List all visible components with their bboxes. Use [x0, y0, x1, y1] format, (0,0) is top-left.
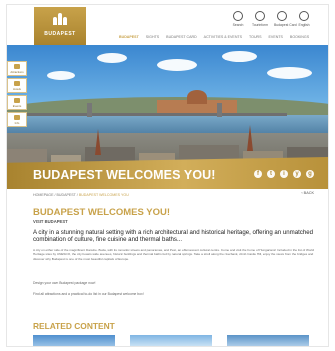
youtube-icon[interactable]: y: [293, 170, 301, 178]
google-plus-icon[interactable]: g: [306, 170, 314, 178]
nav-item-bookings[interactable]: Bookings: [290, 35, 309, 39]
page-subtitle: VISIT BUDAPEST: [33, 219, 68, 224]
tourinform-icon: [255, 11, 265, 21]
nav-item-tours[interactable]: Tours: [249, 35, 262, 39]
nav-item-sights[interactable]: Sights: [146, 35, 159, 39]
side-item-info[interactable]: Info: [7, 112, 27, 127]
breadcrumb: HOMEPAGE / BUDAPEST / BUDAPEST WELCOMES …: [33, 193, 129, 197]
related-item-1[interactable]: [33, 335, 115, 346]
site-header: BUDAPEST Search Tourinform Budapest Card…: [7, 5, 328, 45]
budapest-card-icon: [277, 11, 287, 21]
browser-page: BUDAPEST Search Tourinform Budapest Card…: [6, 4, 329, 347]
back-label: BACK: [303, 191, 314, 195]
crest-icon: [53, 13, 67, 25]
language-label: English: [298, 23, 310, 27]
side-item-label: Hotels: [13, 87, 21, 91]
twitter-icon[interactable]: t: [267, 170, 275, 178]
budapest-card-button[interactable]: Budapest Card: [274, 11, 297, 27]
side-item-label: Info: [14, 121, 20, 125]
breadcrumb-path[interactable]: HOMEPAGE / BUDAPEST /: [33, 193, 79, 197]
language-icon: [299, 11, 309, 21]
camera-icon: [14, 64, 20, 69]
language-button[interactable]: English: [296, 11, 312, 27]
search-label: Search: [232, 23, 244, 27]
tourinform-button[interactable]: Tourinform: [252, 11, 268, 27]
bed-icon: [14, 81, 20, 86]
package-link[interactable]: Design your own Budapest package now!: [33, 281, 95, 285]
search-button[interactable]: Search: [230, 11, 246, 27]
nav-item-budapest[interactable]: Budapest: [119, 35, 139, 39]
side-item-label: Events: [12, 104, 22, 108]
hero-title: BUDAPEST WELCOMES YOU!: [33, 168, 216, 182]
related-title: RELATED CONTENT: [33, 321, 115, 331]
facebook-icon[interactable]: f: [254, 170, 262, 178]
nav-item-activities[interactable]: Activities & Events: [204, 35, 242, 39]
hero-image: [7, 45, 328, 177]
lead-paragraph: A city in a stunning natural setting wit…: [33, 229, 314, 244]
related-item-3[interactable]: [227, 335, 309, 346]
back-link[interactable]: ‹ BACK: [301, 191, 314, 195]
page-title: BUDAPEST WELCOMES YOU!: [33, 207, 171, 218]
breadcrumb-current: BUDAPEST WELCOMES YOU: [78, 193, 129, 197]
body-paragraph: A city on either side of the magnificent…: [33, 248, 315, 261]
tourinform-label: Tourinform: [252, 23, 269, 27]
nav-item-events[interactable]: Events: [269, 35, 283, 39]
side-item-attractions[interactable]: Attractions: [7, 61, 27, 76]
side-quick-menu: Attractions Hotels Events Info: [7, 61, 27, 129]
search-icon: [233, 11, 243, 21]
top-utility-icons: Search Tourinform Budapest Card English: [230, 11, 312, 27]
logo-text: BUDAPEST: [44, 31, 76, 37]
nav-item-budapest-card[interactable]: Budapest Card: [166, 35, 197, 39]
info-icon: [14, 115, 20, 120]
welcome-box-text: Find all attractions and a practical to-…: [33, 292, 144, 296]
budapest-card-label: Budapest Card: [274, 23, 297, 27]
instagram-icon[interactable]: i: [280, 170, 288, 178]
side-item-events[interactable]: Events: [7, 95, 27, 110]
side-item-hotels[interactable]: Hotels: [7, 78, 27, 93]
calendar-icon: [14, 98, 20, 103]
side-item-label: Attractions: [10, 70, 24, 74]
social-links: f t i y g: [254, 170, 314, 178]
main-nav: Budapest Sights Budapest Card Activities…: [119, 35, 309, 39]
budapest-logo[interactable]: BUDAPEST: [34, 7, 86, 45]
related-item-2[interactable]: [130, 335, 212, 346]
